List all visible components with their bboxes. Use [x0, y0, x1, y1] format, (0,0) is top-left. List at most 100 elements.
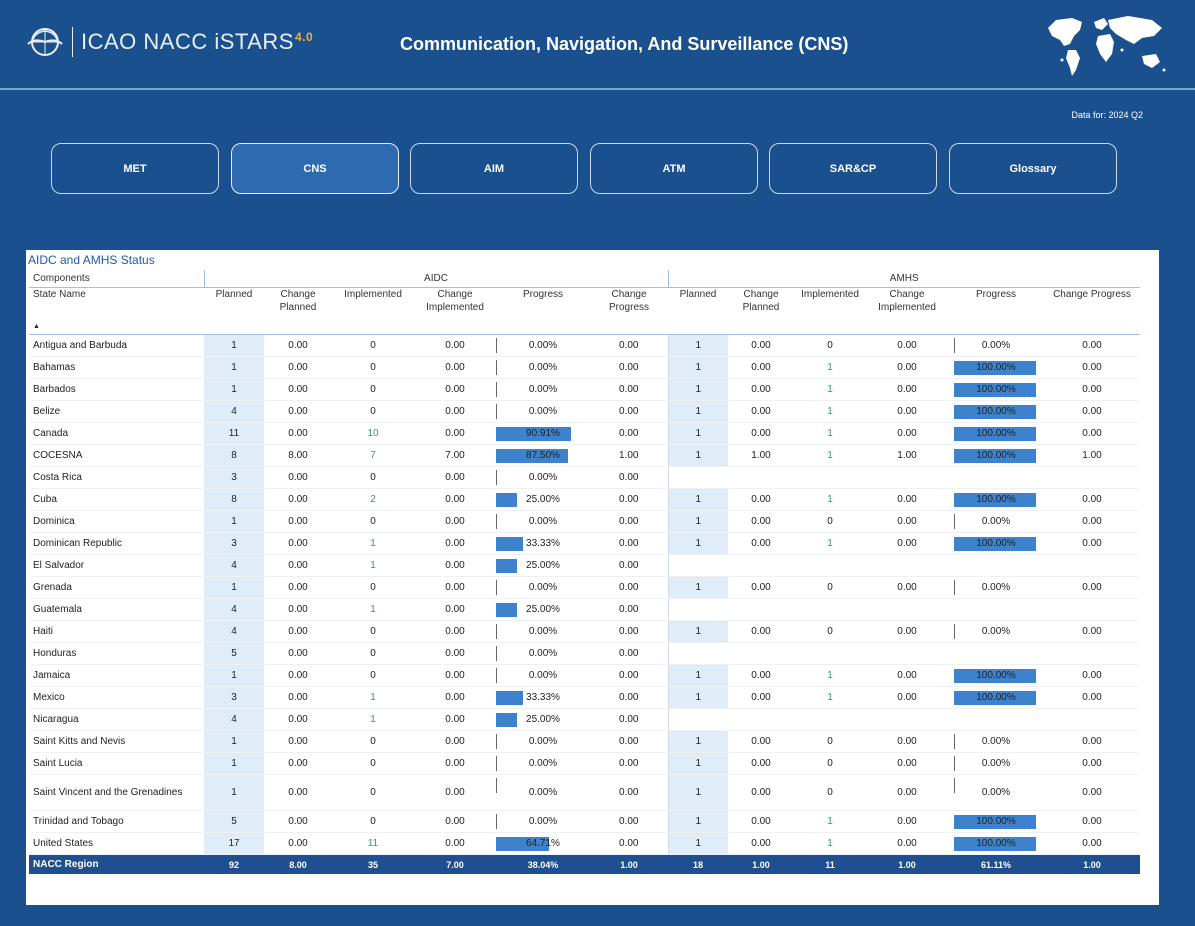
amhs-implemented-header[interactable]: Implemented [794, 287, 866, 335]
nav-tab-cns[interactable]: CNS [231, 143, 399, 194]
amhs-change-implemented-empty [866, 642, 948, 665]
state-name-header[interactable]: State Name ▲ [29, 287, 204, 335]
amhs-change-progress: 0.00 [1044, 752, 1140, 775]
aidc-planned: 1 [204, 664, 264, 687]
table-row[interactable]: Dominica 1 0.00 0 0.00 0.00% 0.00 1 0.00 0 0.00 0.0… [29, 510, 1140, 533]
amhs-change-planned: 1.00 [728, 444, 794, 467]
aidc-change-implemented: 0.00 [414, 554, 496, 577]
nav-tab-atm[interactable]: ATM [590, 143, 758, 194]
table-row[interactable]: Saint Lucia 1 0.00 0 0.00 0.00% 0.00 1 0.00 0 0.00… [29, 752, 1140, 775]
table-row[interactable]: Cuba 8 0.00 2 0.00 25.00% 0.00 1 0.00 1 0.00 100.00… [29, 488, 1140, 511]
table-row[interactable]: Barbados 1 0.00 0 0.00 0.00% 0.00 1 0.00 1 0.00 100… [29, 378, 1140, 401]
table-row[interactable]: Mexico 3 0.00 1 0.00 33.33% 0.00 1 0.00 1 0.00 100.… [29, 686, 1140, 709]
aidc-change-planned-header[interactable]: Change Planned [264, 287, 332, 335]
amhs-planned: 1 [667, 664, 728, 687]
table-row[interactable]: Saint Kitts and Nevis 1 0.00 0 0.00 0.00% 0.00… [29, 730, 1140, 753]
amhs-change-progress-header[interactable]: Change Progress [1044, 287, 1140, 335]
header: ICAO NACC iSTARS4.0 Communication, Navig… [0, 0, 1195, 88]
amhs-change-planned: 0.00 [728, 730, 794, 753]
amhs-change-implemented: 0.00 [866, 664, 948, 687]
state-name: United States [29, 832, 204, 855]
table-row[interactable]: Guatemala 4 0.00 1 0.00 25.00% 0.00 [29, 598, 1140, 621]
aidc-progress-header[interactable]: Progress [496, 287, 590, 335]
amhs-planned: 1 [667, 422, 728, 445]
aidc-planned: 1 [204, 730, 264, 753]
aidc-progress: 25.00% [496, 554, 590, 577]
amhs-change-progress: 0.00 [1044, 686, 1140, 709]
nav-tab-aim[interactable]: AIM [410, 143, 578, 194]
aidc-change-implemented: 0.00 [414, 356, 496, 379]
table-row[interactable]: Bahamas 1 0.00 0 0.00 0.00% 0.00 1 0.00 1 0.00 100.… [29, 356, 1140, 379]
amhs-planned-header[interactable]: Planned [668, 287, 728, 335]
amhs-change-planned: 0.00 [728, 356, 794, 379]
table-row[interactable]: United States 17 0.00 11 0.00 64.71% 0.00 1 0.00… [29, 832, 1140, 855]
table-row[interactable]: Trinidad and Tobago 5 0.00 0 0.00 0.00% 0.00 1 0… [29, 810, 1140, 833]
amhs-change-implemented-header[interactable]: Change Implemented [866, 287, 948, 335]
amhs-planned: 1 [667, 730, 728, 753]
table-row[interactable]: Nicaragua 4 0.00 1 0.00 25.00% 0.00 [29, 708, 1140, 731]
progress-bar-empty [954, 778, 955, 793]
amhs-change-implemented: 0.00 [866, 774, 948, 811]
table-row[interactable]: Antigua and Barbuda 1 0.00 0 0.00 0.00% 0.00 1 0… [29, 334, 1140, 357]
aidc-change-progress-header[interactable]: Change Progress [590, 287, 668, 335]
amhs-progress: 0.00% [948, 774, 1044, 811]
aidc-change-implemented: 0.00 [414, 378, 496, 401]
table-row[interactable]: Saint Vincent and the Grenadines 1 0.00 0 0.… [29, 774, 1140, 811]
aidc-implemented: 1 [332, 708, 414, 731]
state-name: Mexico [29, 686, 204, 709]
amhs-progress: 100.00% [948, 810, 1044, 833]
aidc-change-progress: 1.00 [590, 444, 668, 467]
progress-value: 90.91% [526, 428, 560, 439]
amhs-change-progress: 0.00 [1044, 620, 1140, 643]
amhs-change-progress: 0.00 [1044, 774, 1140, 811]
sort-ascending-icon[interactable]: ▲ [33, 320, 40, 333]
amhs-planned: 1 [667, 510, 728, 533]
amhs-progress: 100.00% [948, 378, 1044, 401]
amhs-planned-empty [667, 642, 728, 665]
progress-value: 0.00% [528, 648, 558, 659]
aidc-progress: 0.00% [496, 810, 590, 833]
table-row[interactable]: El Salvador 4 0.00 1 0.00 25.00% 0.00 [29, 554, 1140, 577]
aidc-change-planned: 0.00 [264, 422, 332, 445]
table-row[interactable]: Honduras 5 0.00 0 0.00 0.00% 0.00 [29, 642, 1140, 665]
progress-value: 100.00% [976, 428, 1016, 439]
aidc-implemented: 1 [332, 598, 414, 621]
amhs-planned: 1 [667, 832, 728, 855]
amhs-change-progress-empty [1044, 554, 1140, 577]
amhs-progress-header[interactable]: Progress [948, 287, 1044, 335]
progress-bar-empty [954, 756, 955, 771]
table-row[interactable]: Canada 11 0.00 10 0.00 90.91% 0.00 1 0.00 1 0.00 10… [29, 422, 1140, 445]
table-row[interactable]: Belize 4 0.00 0 0.00 0.00% 0.00 1 0.00 1 0.00 100.0… [29, 400, 1140, 423]
table-row[interactable]: Haiti 4 0.00 0 0.00 0.00% 0.00 1 0.00 0 0.00 0.00% 0… [29, 620, 1140, 643]
amhs-implemented: 0 [794, 774, 866, 811]
amhs-change-implemented-empty [866, 466, 948, 489]
aidc-progress: 25.00% [496, 488, 590, 511]
aidc-planned: 4 [204, 708, 264, 731]
aidc-change-implemented-header[interactable]: Change Implemented [414, 287, 496, 335]
aidc-planned-header[interactable]: Planned [204, 287, 264, 335]
state-name: Dominica [29, 510, 204, 533]
table-row[interactable]: COCESNA 8 8.00 7 7.00 87.50% 1.00 1 1.00 1 1.00 100… [29, 444, 1140, 467]
aidc-planned: 1 [204, 356, 264, 379]
amhs-change-planned-header[interactable]: Change Planned [728, 287, 794, 335]
table-row[interactable]: Costa Rica 3 0.00 0 0.00 0.00% 0.00 [29, 466, 1140, 489]
table-row[interactable]: Dominican Republic 3 0.00 1 0.00 33.33% 0.00 1 0… [29, 532, 1140, 555]
aidc-progress: 0.00% [496, 334, 590, 357]
aidc-change-planned: 0.00 [264, 334, 332, 357]
nav-tab-met[interactable]: MET [51, 143, 219, 194]
aidc-implemented: 0 [332, 356, 414, 379]
aidc-change-progress: 0.00 [590, 642, 668, 665]
aidc-change-implemented: 0.00 [414, 400, 496, 423]
header-divider [0, 88, 1195, 90]
table-row[interactable]: Grenada 1 0.00 0 0.00 0.00% 0.00 1 0.00 0 0.00 0.00… [29, 576, 1140, 599]
progress-value: 100.00% [976, 362, 1016, 373]
components-header: Components [29, 270, 204, 288]
aidc-planned: 4 [204, 598, 264, 621]
table-row[interactable]: Jamaica 1 0.00 0 0.00 0.00% 0.00 1 0.00 1 0.00 100.… [29, 664, 1140, 687]
amhs-planned: 1 [667, 334, 728, 357]
nav-tab-sarcp[interactable]: SAR&CP [769, 143, 937, 194]
nav-tab-glossary[interactable]: Glossary [949, 143, 1117, 194]
amhs-progress: 0.00% [948, 334, 1044, 357]
aidc-implemented: 0 [332, 620, 414, 643]
aidc-implemented-header[interactable]: Implemented [332, 287, 414, 335]
